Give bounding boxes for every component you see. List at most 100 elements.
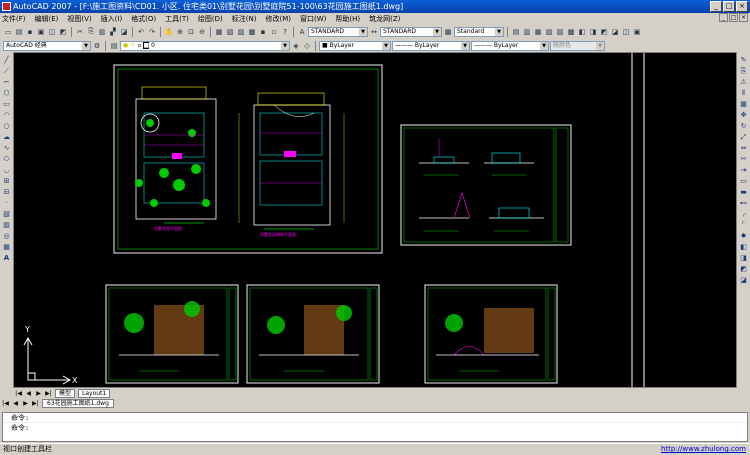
doc-close-button[interactable]: ×: [739, 13, 748, 22]
next-tab-icon[interactable]: ▶: [35, 390, 42, 397]
lineweight-select[interactable]: ——— ByLayer ▼: [471, 40, 549, 51]
explode-icon[interactable]: ✸: [739, 231, 749, 241]
menu-edit[interactable]: 编辑(E): [35, 14, 59, 24]
dim-style-icon[interactable]: ↔: [369, 27, 379, 37]
stretch-icon[interactable]: ⇔: [739, 143, 749, 153]
rotate-icon[interactable]: ↻: [739, 121, 749, 131]
copy-object-icon[interactable]: ⎘: [739, 66, 749, 76]
circle-icon[interactable]: ○: [2, 121, 12, 131]
menu-tools[interactable]: 工具(T): [165, 14, 189, 24]
qnew-icon[interactable]: ▭: [3, 27, 13, 37]
command-input[interactable]: 命令:: [3, 423, 747, 433]
mtext-icon[interactable]: A: [2, 253, 12, 263]
doc-next-icon[interactable]: ▶: [22, 400, 29, 407]
extra-tool-icon[interactable]: ▦: [533, 27, 543, 37]
workspace-settings-icon[interactable]: ⚙: [92, 41, 102, 51]
extra-tool-icon[interactable]: ▨: [555, 27, 565, 37]
tool-palettes-icon[interactable]: ▨: [236, 27, 246, 37]
ellipse-icon[interactable]: ⬭: [2, 154, 12, 164]
paste-icon[interactable]: ▥: [97, 27, 107, 37]
spline-icon[interactable]: ∿: [2, 143, 12, 153]
menu-window[interactable]: 窗口(W): [300, 14, 326, 24]
chamfer-icon[interactable]: ⌌: [739, 209, 749, 219]
publish-icon[interactable]: ◩: [58, 27, 68, 37]
extra-tool-icon[interactable]: ◨: [588, 27, 598, 37]
extra-tool-icon[interactable]: ▩: [566, 27, 576, 37]
extra-tool-icon[interactable]: ▤: [511, 27, 521, 37]
offset-icon[interactable]: ⫴: [739, 88, 749, 98]
break-icon[interactable]: ▬: [739, 187, 749, 197]
menu-format[interactable]: 格式(O): [131, 14, 156, 24]
extra-tool-icon[interactable]: ▧: [544, 27, 554, 37]
match-properties-icon[interactable]: ▞: [108, 27, 118, 37]
doc-minimize-button[interactable]: _: [719, 13, 728, 22]
table-icon[interactable]: ▦: [2, 242, 12, 252]
quickcalc-icon[interactable]: ▫: [269, 27, 279, 37]
region-icon[interactable]: ◎: [2, 231, 12, 241]
text-style-select[interactable]: STANDARD ▼: [308, 26, 368, 37]
extra-tool-icon[interactable]: ▣: [632, 27, 642, 37]
polygon-icon[interactable]: ⬡: [2, 88, 12, 98]
save-icon[interactable]: ▪: [25, 27, 35, 37]
layer-select[interactable]: ● ☼ ▫ ■ 0 ▼: [120, 40, 290, 51]
point-icon[interactable]: ·: [2, 198, 12, 208]
insert-block-icon[interactable]: ⊞: [2, 176, 12, 186]
first-tab-icon[interactable]: |◀: [15, 390, 22, 397]
revcloud-icon[interactable]: ☁: [2, 132, 12, 142]
join-icon[interactable]: ⊷: [739, 198, 749, 208]
pan-icon[interactable]: ✋: [164, 27, 174, 37]
rectangle-icon[interactable]: ▭: [2, 99, 12, 109]
extra-modify-icon[interactable]: ◪: [739, 275, 749, 285]
cut-icon[interactable]: ✂: [75, 27, 85, 37]
close-button[interactable]: ×: [736, 1, 748, 12]
drawing-canvas[interactable]: 别墅花园平面图 别墅花园铺装平面图 Y X: [13, 52, 737, 388]
extra-tool-icon[interactable]: ▥: [522, 27, 532, 37]
extra-tool-icon[interactable]: ◪: [610, 27, 620, 37]
polyline-icon[interactable]: ⌐: [2, 77, 12, 87]
tab-model[interactable]: 模型: [55, 388, 76, 398]
maximize-button[interactable]: □: [723, 1, 735, 12]
sheet-set-icon[interactable]: ▩: [247, 27, 257, 37]
doc-last-icon[interactable]: ▶|: [32, 400, 39, 407]
copy-icon[interactable]: ⎘: [86, 27, 96, 37]
preview-icon[interactable]: ◫: [47, 27, 57, 37]
doc-prev-icon[interactable]: ◀: [12, 400, 19, 407]
layer-previous-icon[interactable]: ◇: [302, 41, 312, 51]
extra-modify-icon[interactable]: ◧: [739, 242, 749, 252]
extra-tool-icon[interactable]: ◧: [577, 27, 587, 37]
menu-dimension[interactable]: 标注(N): [232, 14, 257, 24]
plot-icon[interactable]: ▣: [36, 27, 46, 37]
extra-modify-icon[interactable]: ◩: [739, 264, 749, 274]
help-icon[interactable]: ?: [280, 27, 290, 37]
markup-icon[interactable]: ▪: [258, 27, 268, 37]
layer-manager-icon[interactable]: ▤: [109, 41, 119, 51]
zoom-window-icon[interactable]: ⊡: [186, 27, 196, 37]
linetype-select[interactable]: ——— ByLayer ▼: [392, 40, 470, 51]
trim-icon[interactable]: ✂: [739, 154, 749, 164]
make-block-icon[interactable]: ⊟: [2, 187, 12, 197]
plotstyle-select[interactable]: 随颜色 ▼: [550, 40, 605, 51]
line-icon[interactable]: ╱: [2, 55, 12, 65]
dim-style-select[interactable]: STANDARD ▼: [380, 26, 442, 37]
doc-first-icon[interactable]: |◀: [2, 400, 9, 407]
array-icon[interactable]: ▦: [739, 99, 749, 109]
hatch-icon[interactable]: ▧: [2, 209, 12, 219]
make-object-layer-current-icon[interactable]: ◈: [291, 41, 301, 51]
move-icon[interactable]: ✥: [739, 110, 749, 120]
color-select[interactable]: ■ ByLayer ▼: [319, 40, 391, 51]
last-tab-icon[interactable]: ▶|: [45, 390, 52, 397]
prev-tab-icon[interactable]: ◀: [25, 390, 32, 397]
text-style-icon[interactable]: A: [297, 27, 307, 37]
tab-layout1[interactable]: Layout1: [78, 388, 111, 398]
menu-draw[interactable]: 绘图(D): [198, 14, 223, 24]
break-point-icon[interactable]: ▭: [739, 176, 749, 186]
table-style-select[interactable]: Standard ▼: [454, 26, 504, 37]
design-center-icon[interactable]: ▧: [225, 27, 235, 37]
menu-zhulong[interactable]: 筑龙网(Z): [369, 14, 400, 24]
ellipse-arc-icon[interactable]: ◡: [2, 165, 12, 175]
menu-insert[interactable]: 插入(I): [101, 14, 123, 24]
extra-tool-icon[interactable]: ◫: [621, 27, 631, 37]
menu-file[interactable]: 文件(F): [2, 14, 26, 24]
fillet-icon[interactable]: ⌜: [739, 220, 749, 230]
autocad-app-icon[interactable]: [2, 2, 11, 11]
